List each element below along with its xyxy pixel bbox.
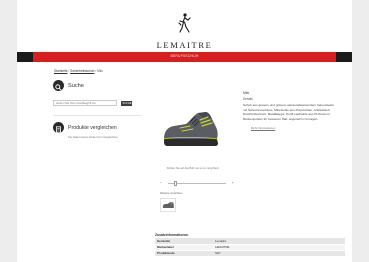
breadcrumb-home[interactable]: Startseite	[54, 69, 67, 73]
more-views-label: Weitere Ansichten	[160, 191, 183, 195]
brand-header: LEMAITRE	[17, 12, 352, 50]
product-brand: Milo	[243, 91, 250, 95]
compare-block: Produkte vergleichen Sie haben keine Art…	[53, 122, 141, 139]
breadcrumb-current: Milo	[97, 69, 103, 73]
search-block-header: Suche	[53, 80, 141, 91]
product-description-block: Milo Details Schuh aus grauem und grünem…	[243, 91, 339, 130]
search-button[interactable]: SUCHE	[121, 101, 133, 106]
table-row: Produktcode S1P	[155, 250, 345, 257]
search-icon	[53, 80, 64, 91]
zoom-out-icon[interactable]: −	[160, 180, 162, 185]
sidebar-divider	[53, 115, 141, 116]
details-label: Details	[243, 97, 253, 101]
nav-item-berufsschuh[interactable]: BERUFSSCHUH	[17, 54, 352, 58]
nav-bar-right-accent	[336, 52, 352, 62]
breadcrumb-category[interactable]: Sicherheitsschuh	[70, 69, 94, 73]
product-thumbnail[interactable]	[160, 198, 176, 212]
slider-handle[interactable]	[174, 181, 177, 186]
sidebar: Suche SUCHE Produkte vergleichen Sie hab…	[53, 80, 141, 139]
search-input[interactable]	[53, 100, 117, 106]
table-key: Produktcode	[155, 250, 213, 257]
top-nav-bar: BERUFSSCHUH	[17, 52, 352, 62]
more-info-link[interactable]: Mehr Informationen	[251, 126, 339, 130]
search-title: Suche	[68, 82, 84, 89]
image-caption: Klicken Sie auf das Bild, um es zu vergr…	[166, 167, 220, 170]
breadcrumb: Startseite / Sicherheitsschuh / Milo	[54, 69, 103, 73]
product-description: Schuh aus grauem und grünem wasserabweis…	[243, 103, 335, 121]
compare-icon	[53, 122, 64, 133]
table-value: S1P	[213, 250, 345, 257]
product-image[interactable]	[160, 93, 222, 163]
compare-empty-text: Sie haben keine Artikel zum Vergleichen	[68, 135, 118, 139]
additional-info-table: Hersteller Lemaitre Markenlabel LEMAITRE…	[155, 238, 345, 257]
page: LEMAITRE BERUFSSCHUH Startseite / Sicher…	[17, 0, 352, 262]
brand-name: LEMAITRE	[156, 40, 213, 50]
side-head: Produkte vergleichen	[53, 122, 141, 133]
compare-title: Produkte vergleichen	[68, 124, 117, 131]
lemaitre-logo-icon[interactable]	[176, 12, 194, 34]
zoom-slider[interactable]: − +	[160, 180, 234, 188]
zoom-in-icon[interactable]: +	[232, 180, 234, 185]
additional-info-title: Zusatzinformationen	[155, 233, 189, 237]
